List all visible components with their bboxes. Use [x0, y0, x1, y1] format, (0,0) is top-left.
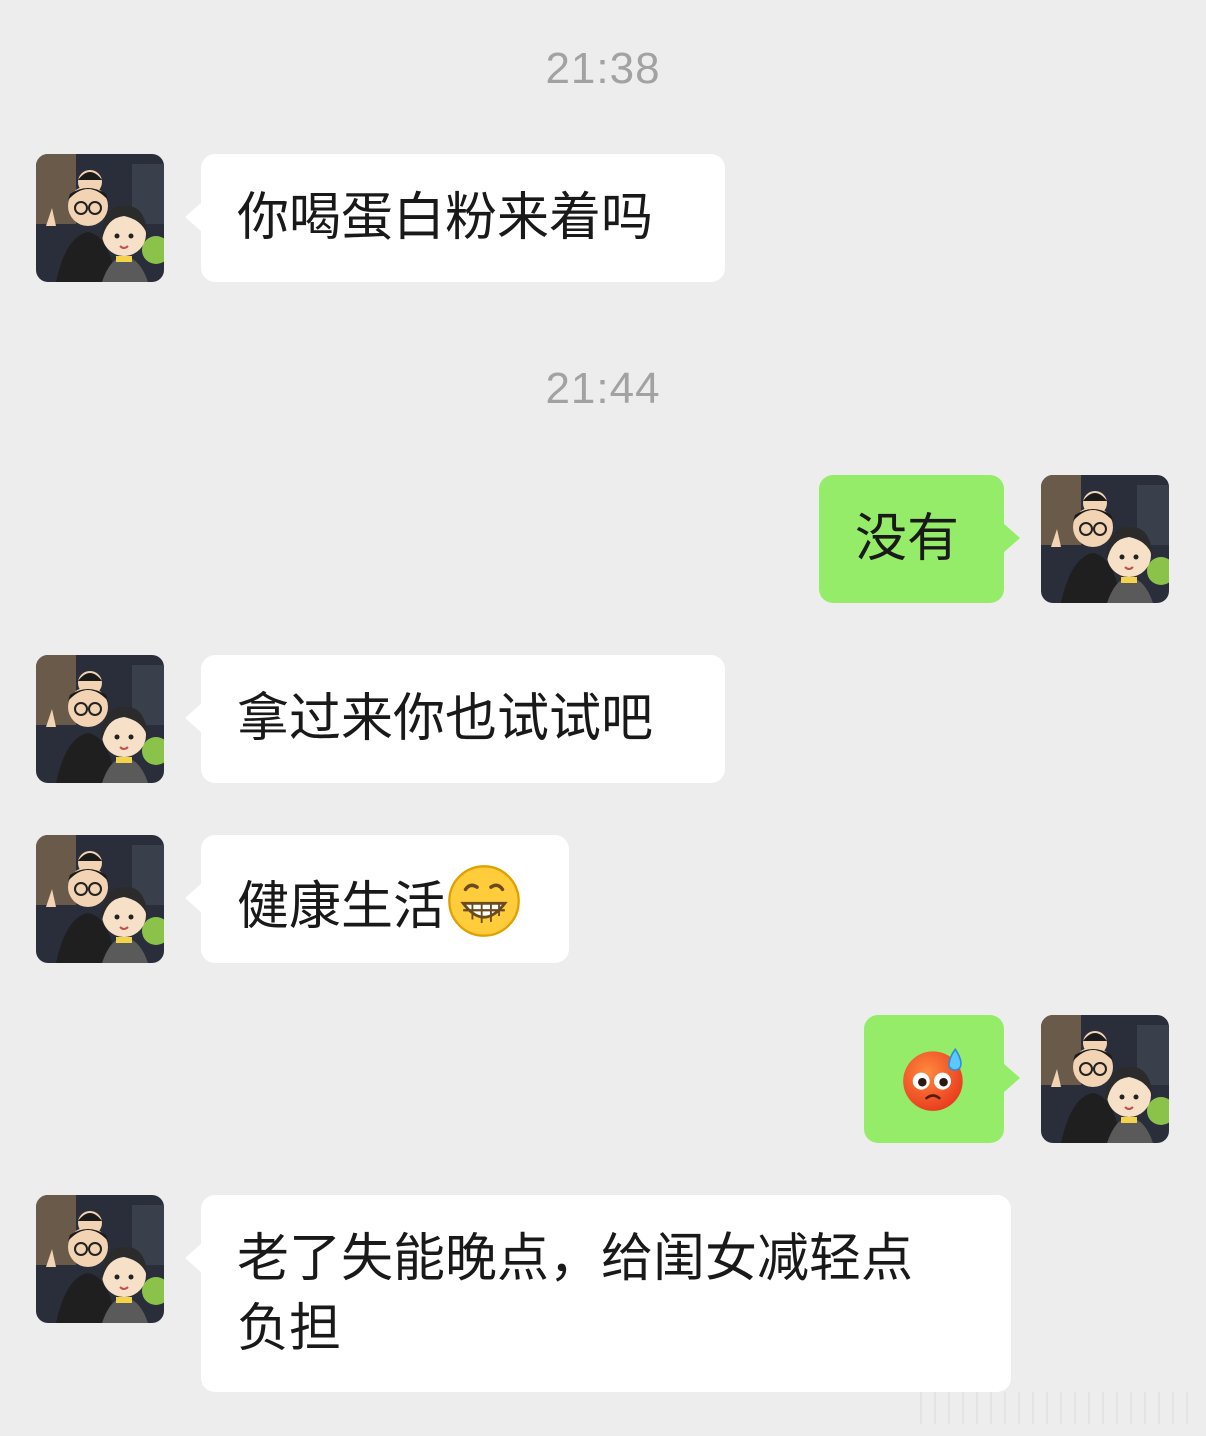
message-bubble-incoming[interactable]: 你喝蛋白粉来着吗	[185, 154, 725, 282]
message-text: 你喝蛋白粉来着吗	[237, 188, 654, 248]
avatar[interactable]	[1041, 475, 1169, 603]
cartoon-family-avatar-icon	[36, 655, 164, 783]
cartoon-family-avatar-icon	[36, 835, 164, 963]
sweating-red-face-emoji-icon	[903, 1047, 963, 1111]
message-bubble-outgoing[interactable]	[864, 1015, 1020, 1143]
message-text: 老了失能晚点，给闺女减轻点 负担	[237, 1229, 914, 1359]
avatar[interactable]	[1041, 1015, 1169, 1143]
cartoon-family-avatar-icon	[1041, 1015, 1169, 1143]
cartoon-family-avatar-icon	[36, 154, 164, 282]
avatar[interactable]	[36, 835, 164, 963]
avatar[interactable]	[36, 154, 164, 282]
message-bubble-incoming[interactable]: 老了失能晚点，给闺女减轻点 负担	[185, 1195, 1011, 1392]
timestamp: 21:44	[545, 364, 661, 413]
cartoon-family-avatar-icon	[36, 1195, 164, 1323]
message-text: 拿过来你也试试吧	[237, 689, 654, 749]
message-text: 健康生活	[237, 877, 446, 937]
message-text: 没有	[855, 509, 960, 569]
avatar[interactable]	[36, 655, 164, 783]
timestamp: 21:38	[545, 44, 661, 93]
message-bubble-incoming[interactable]: 健康生活	[185, 835, 569, 963]
message-bubble-outgoing[interactable]: 没有	[819, 475, 1020, 603]
cartoon-family-avatar-icon	[1041, 475, 1169, 603]
avatar[interactable]	[36, 1195, 164, 1323]
message-bubble-incoming[interactable]: 拿过来你也试试吧	[185, 655, 725, 783]
watermark	[920, 1392, 1200, 1424]
grinning-face-emoji-icon	[448, 865, 520, 937]
